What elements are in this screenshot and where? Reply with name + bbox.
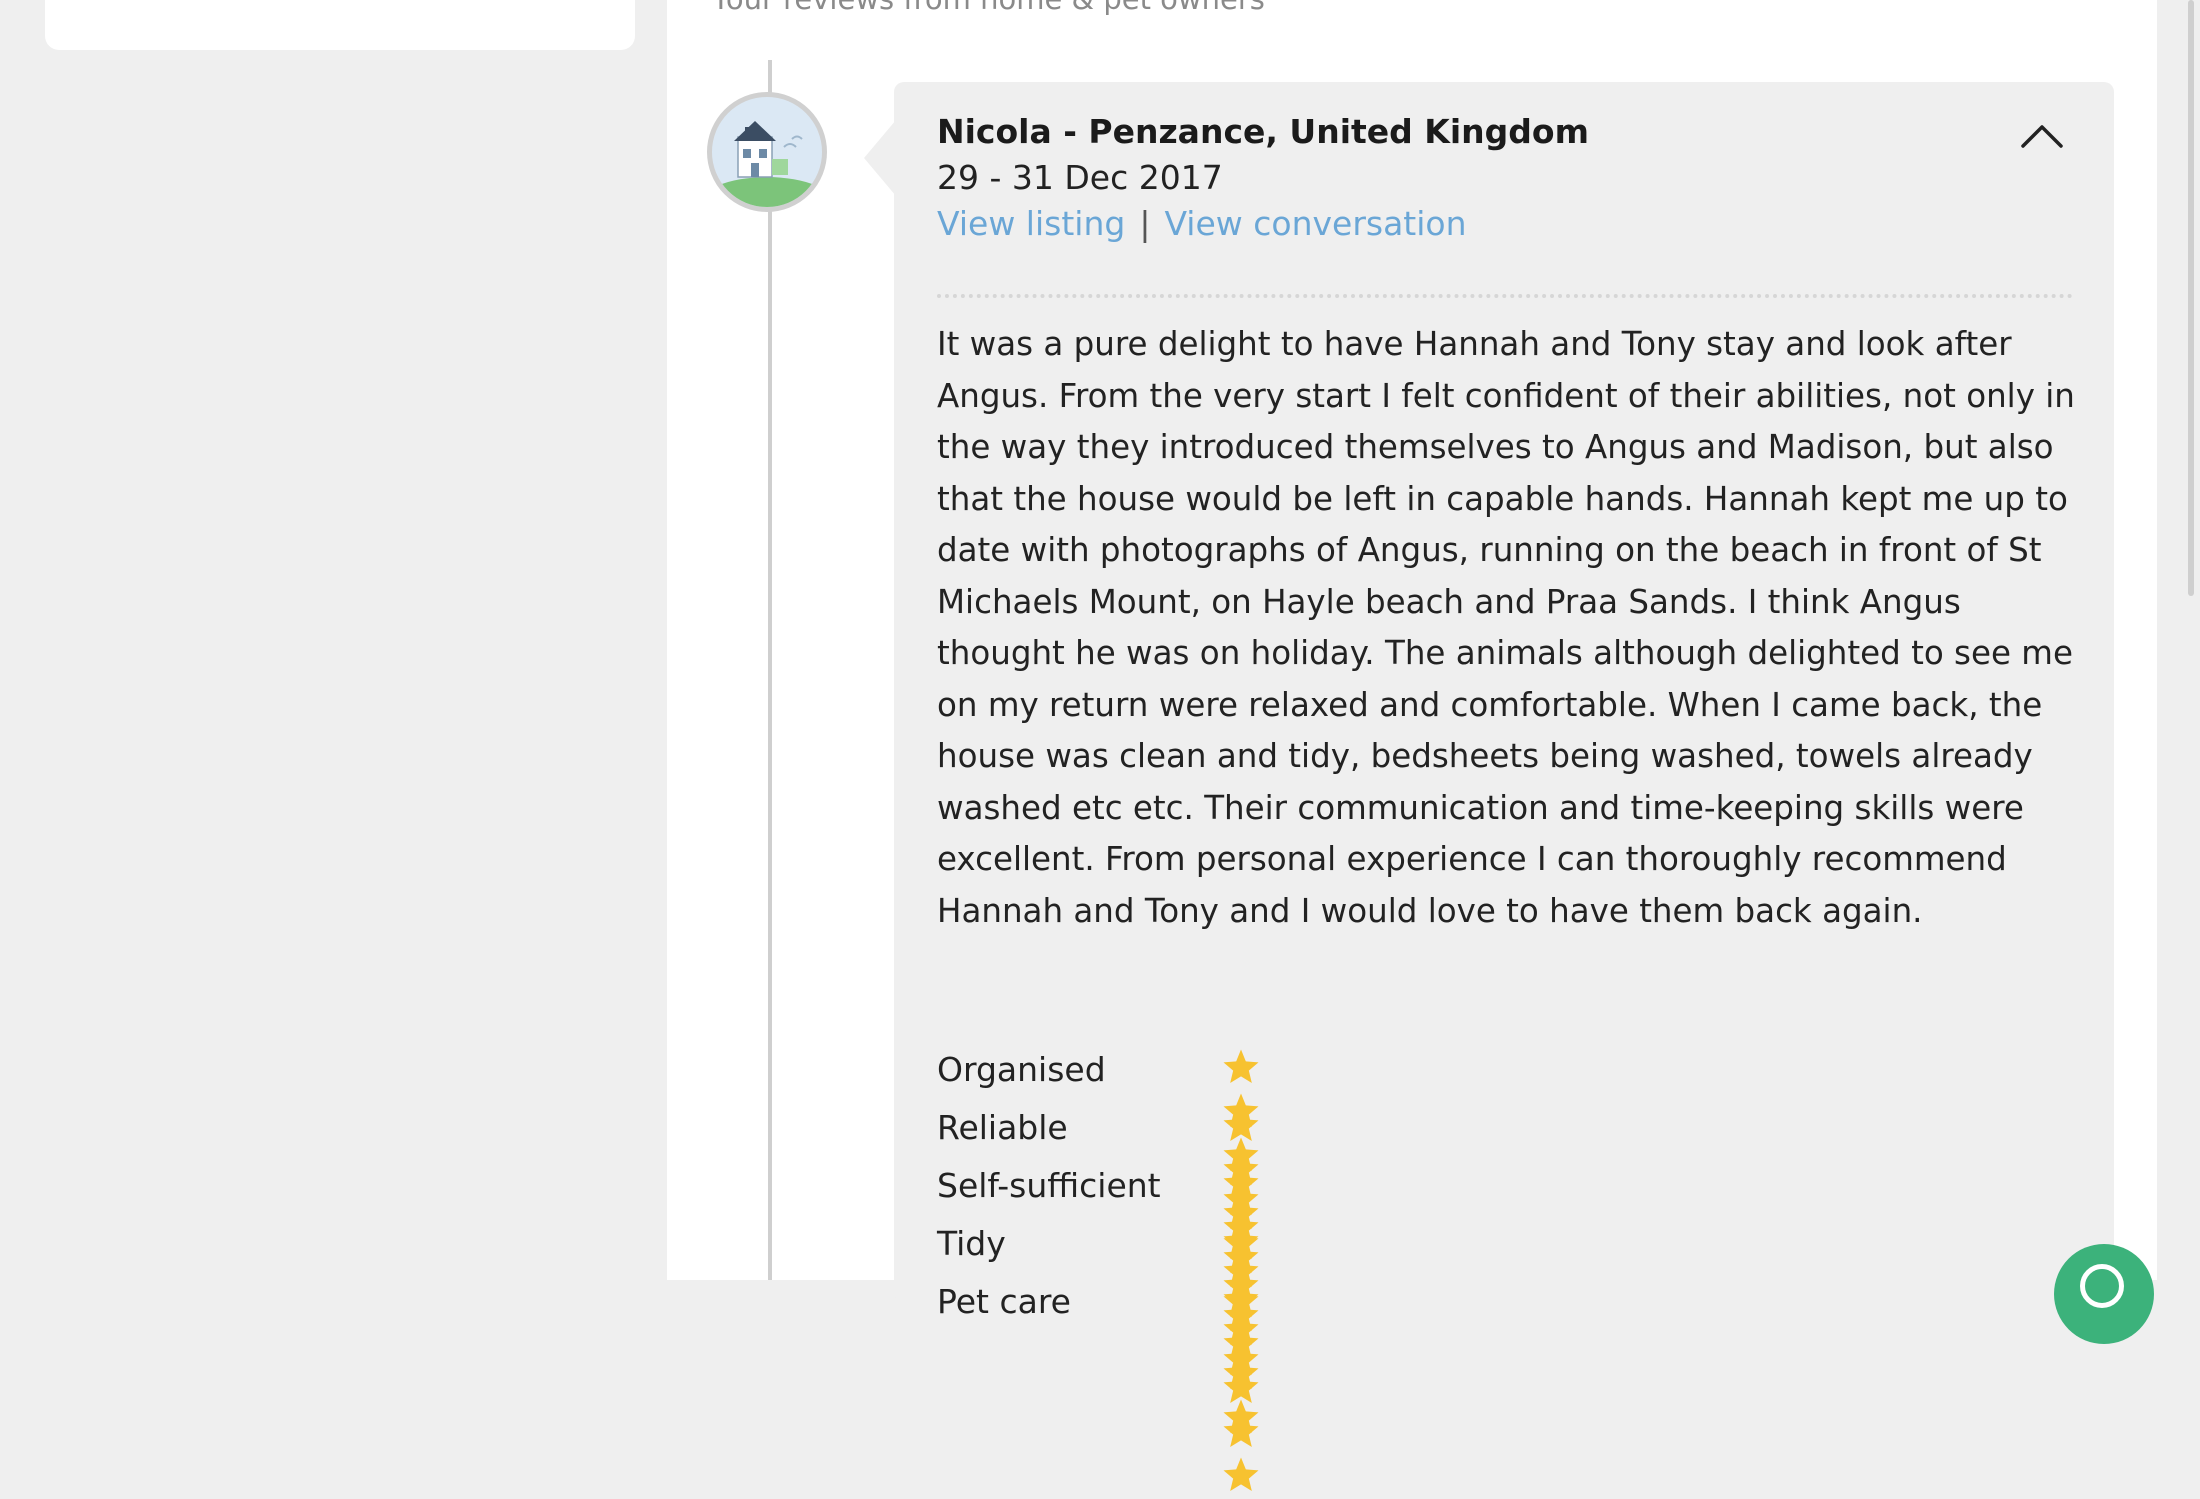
star-icon (1223, 1223, 1259, 1257)
left-sidebar-card (45, 0, 635, 50)
star-icon (1223, 1457, 1259, 1491)
rating-label: Tidy (937, 1224, 1006, 1263)
view-listing-link[interactable]: View listing (937, 204, 1125, 243)
link-separator: | (1139, 204, 1151, 243)
stay-dates: 29 - 31 Dec 2017 (937, 158, 1223, 197)
rating-label: Reliable (937, 1108, 1068, 1147)
chat-icon (2080, 1264, 2124, 1308)
view-conversation-link[interactable]: View conversation (1164, 204, 1466, 243)
review-card: Nicola - Penzance, United Kingdom 29 - 3… (864, 82, 2114, 1491)
scrollbar-thumb[interactable] (2188, 0, 2194, 596)
rating-label: Self-sufficient (937, 1166, 1161, 1205)
rating-stars (1221, 1279, 1270, 1499)
review-text: It was a pure delight to have Hannah and… (937, 325, 2075, 930)
star-icon (1223, 1325, 1259, 1359)
star-icon (1223, 1369, 1259, 1403)
review-divider (937, 294, 2073, 298)
reviewer-avatar[interactable] (707, 92, 827, 212)
reviewer-name: Nicola - Penzance, United Kingdom (937, 112, 1589, 151)
chat-button[interactable] (2054, 1244, 2154, 1344)
star-icon (1223, 1413, 1259, 1447)
timeline-line (768, 60, 772, 1280)
house-avatar-icon (712, 97, 822, 207)
rating-label: Organised (937, 1050, 1106, 1089)
rating-label: Pet care (937, 1282, 1071, 1321)
review-card-pointer (864, 120, 896, 196)
chevron-up-icon[interactable] (2020, 120, 2064, 150)
star-icon (1223, 1281, 1259, 1315)
star-icon (1223, 1107, 1259, 1141)
review-links: View listing | View conversation (937, 204, 1467, 243)
star-icon (1223, 1165, 1259, 1199)
reviews-section-subtitle: Your reviews from home & pet owners (712, 0, 1265, 16)
star-icon (1223, 1049, 1259, 1083)
